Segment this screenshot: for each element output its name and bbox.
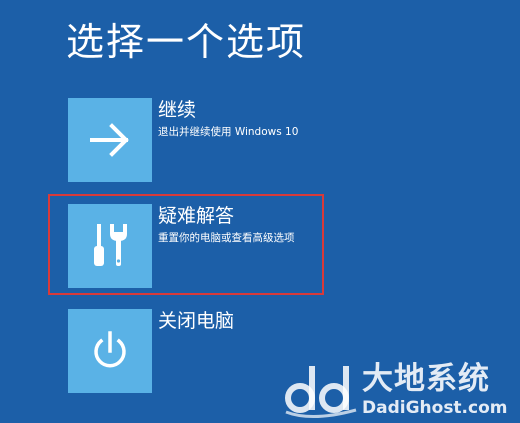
continue-tile[interactable] (68, 98, 152, 182)
power-icon (94, 331, 126, 368)
shutdown-tile[interactable] (68, 309, 152, 393)
troubleshoot-label: 疑难解答 (158, 205, 235, 227)
page-title: 选择一个选项 (66, 20, 307, 64)
continue-option[interactable]: 继续 退出并继续使用 Windows 10 (68, 98, 398, 182)
shutdown-label: 关闭电脑 (158, 310, 235, 332)
continue-label: 继续 (158, 99, 197, 121)
troubleshoot-option[interactable]: 疑难解答 重置你的电脑或查看高级选项 (68, 204, 398, 288)
recovery-screen: 选择一个选项 继续 退出并继续使用 Windows 10 疑难解答 重置你的电脑… (0, 0, 520, 423)
watermark: 大地系统 DadiGhost.com (282, 360, 518, 422)
watermark-name: 大地系统 (362, 361, 490, 397)
arrow-right-icon (90, 123, 129, 157)
continue-description: 退出并继续使用 Windows 10 (158, 126, 299, 138)
troubleshoot-description: 重置你的电脑或查看高级选项 (158, 232, 295, 244)
troubleshoot-tile[interactable] (68, 204, 152, 288)
dadi-logo-icon (285, 366, 357, 419)
tools-icon (94, 224, 127, 266)
watermark-url: DadiGhost.com (362, 398, 508, 418)
